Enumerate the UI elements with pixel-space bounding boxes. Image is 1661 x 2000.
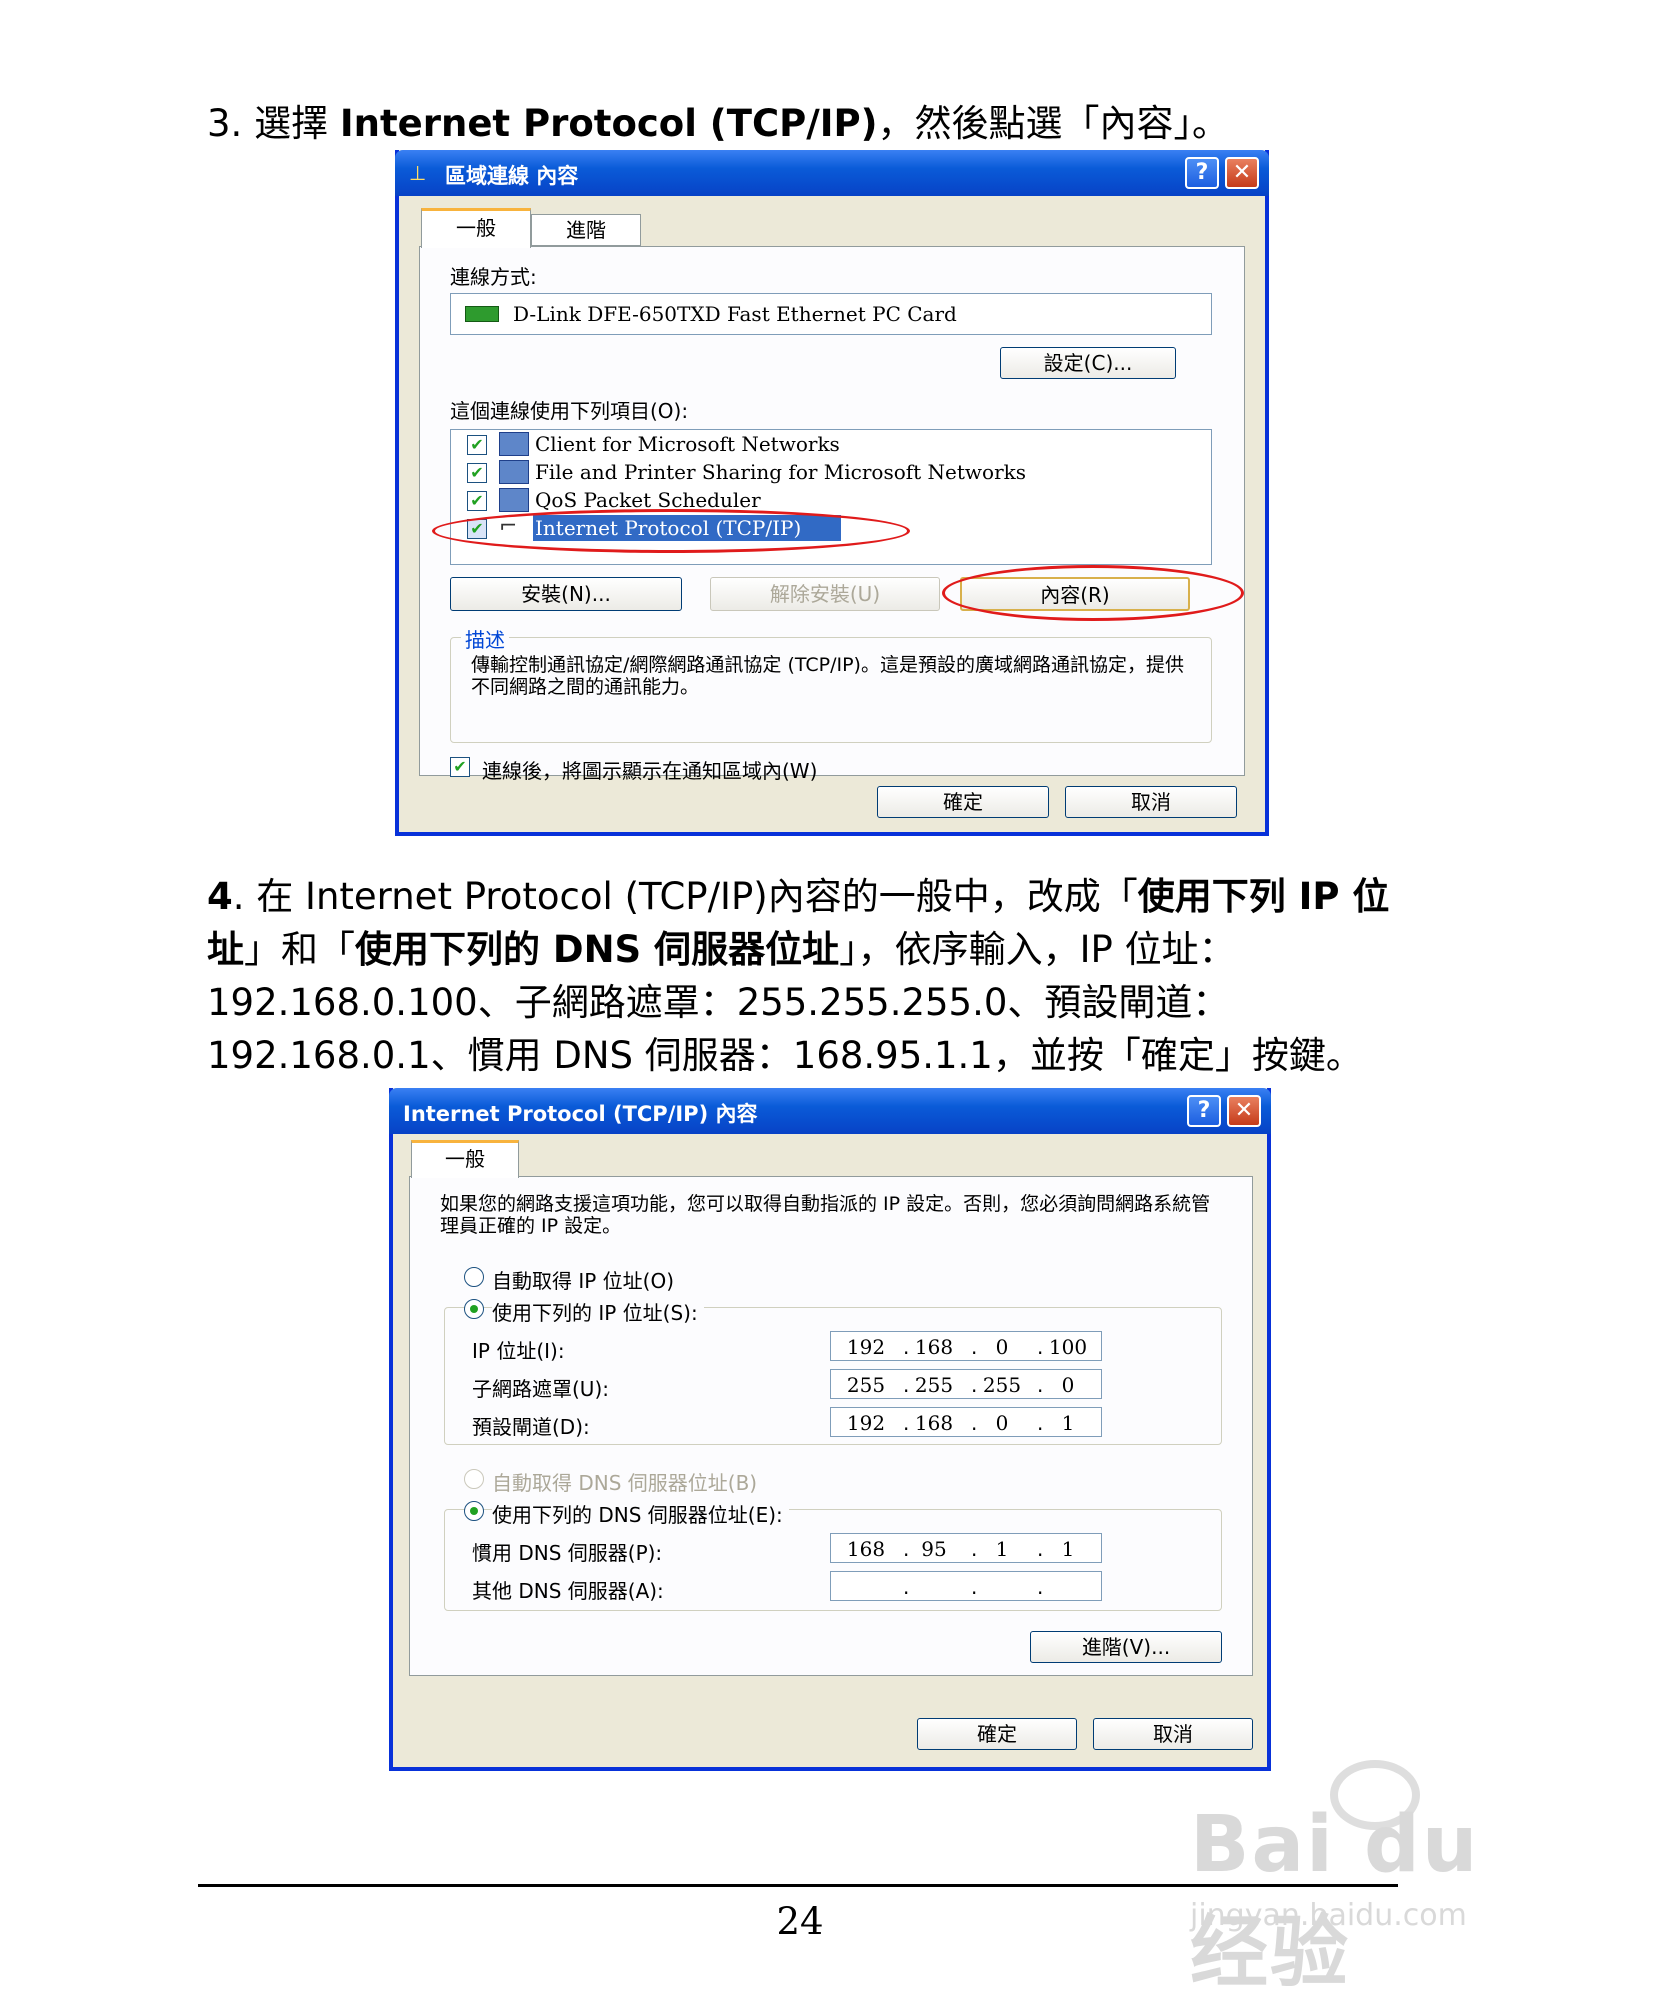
install-button[interactable]: 安裝(N)... bbox=[450, 577, 682, 611]
checkbox-checked[interactable]: ✔ bbox=[467, 463, 487, 483]
tab-general[interactable]: 一般 bbox=[421, 208, 531, 248]
subnet-mask-field[interactable]: 255. 255. 255. 0 bbox=[830, 1369, 1102, 1399]
general-panel: 如果您的網路支援這項功能，您可以取得自動指派的 IP 設定。否則，您必須詢問網路… bbox=[409, 1176, 1253, 1676]
description-group: 描述 傳輸控制通訊協定/網際網路通訊協定 (TCP/IP)。這是預設的廣域網路通… bbox=[450, 624, 1212, 743]
item-label: File and Printer Sharing for Microsoft N… bbox=[535, 460, 1027, 484]
auto-dns-label: 自動取得 DNS 伺服器位址(B) bbox=[492, 1471, 758, 1495]
ip-address-label: IP 位址(I): bbox=[472, 1339, 565, 1363]
use-ip-label: 使用下列的 IP 位址(S): bbox=[492, 1297, 704, 1326]
checkbox-checked[interactable]: ✔ bbox=[467, 491, 487, 511]
advanced-button[interactable]: 進階(V)... bbox=[1030, 1631, 1222, 1663]
preferred-dns-field[interactable]: 168. 95. 1. 1 bbox=[830, 1533, 1102, 1563]
watermark-url: jingyan.baidu.com bbox=[1190, 1898, 1467, 1933]
title-bar: Internet Protocol (TCP/IP) 內容 ? ✕ bbox=[389, 1088, 1271, 1134]
connect-using-label: 連線方式: bbox=[450, 265, 537, 289]
highlight-ellipse bbox=[942, 565, 1244, 621]
step-3-instruction: 3. 選擇 Internet Protocol (TCP/IP)，然後點選「內容… bbox=[207, 102, 1230, 145]
list-item[interactable]: ✔ File and Printer Sharing for Microsoft… bbox=[451, 458, 1211, 486]
close-button[interactable]: ✕ bbox=[1225, 157, 1259, 189]
gateway-field[interactable]: 192. 168. 0. 1 bbox=[830, 1407, 1102, 1437]
general-panel: 連線方式: D-Link DFE-650TXD Fast Ethernet PC… bbox=[419, 246, 1245, 783]
tab-general[interactable]: 一般 bbox=[411, 1140, 519, 1178]
help-button[interactable]: ? bbox=[1185, 157, 1219, 189]
client-network-icon bbox=[499, 432, 529, 456]
network-icon: ⊥ bbox=[409, 161, 427, 185]
list-item[interactable]: ✔ Client for Microsoft Networks bbox=[451, 430, 1211, 458]
close-button[interactable]: ✕ bbox=[1227, 1095, 1261, 1127]
intro-text: 如果您的網路支援這項功能，您可以取得自動指派的 IP 設定。否則，您必須詢問網路… bbox=[440, 1193, 1211, 1237]
description-text: 傳輸控制通訊協定/網際網路通訊協定 (TCP/IP)。這是預設的廣域網路通訊協定… bbox=[471, 654, 1184, 698]
dialog-title: Internet Protocol (TCP/IP) 內容 bbox=[403, 1102, 758, 1126]
uninstall-button[interactable]: 解除安裝(U) bbox=[710, 577, 940, 611]
dialog-title: 區域連線 內容 bbox=[445, 164, 579, 188]
use-dns-radio[interactable] bbox=[464, 1501, 484, 1521]
auto-dns-radio[interactable] bbox=[464, 1469, 484, 1489]
ip-address-field[interactable]: 192. 168. 0. 100 bbox=[830, 1331, 1102, 1361]
description-legend: 描述 bbox=[461, 624, 509, 653]
list-item[interactable]: ✔ QoS Packet Scheduler bbox=[451, 486, 1211, 514]
file-sharing-icon bbox=[499, 460, 529, 484]
preferred-dns-label: 慣用 DNS 伺服器(P): bbox=[472, 1541, 663, 1565]
cancel-button[interactable]: 取消 bbox=[1065, 786, 1237, 818]
step-4-instruction: 4. 在 Internet Protocol (TCP/IP)內容的一般中，改成… bbox=[207, 875, 1390, 1077]
gateway-label: 預設閘道(D): bbox=[472, 1415, 590, 1439]
configure-button[interactable]: 設定(C)... bbox=[1000, 347, 1176, 379]
auto-ip-radio[interactable] bbox=[464, 1267, 484, 1287]
show-icon-label: 連線後，將圖示顯示在通知區域內(W) bbox=[482, 759, 818, 783]
ok-button[interactable]: 確定 bbox=[877, 786, 1049, 818]
alternate-dns-label: 其他 DNS 伺服器(A): bbox=[472, 1579, 664, 1603]
baidu-watermark: Bai du 经验 jingyan.baidu.com bbox=[1180, 1760, 1580, 1998]
alternate-dns-field[interactable]: ... bbox=[830, 1571, 1102, 1601]
adapter-name: D-Link DFE-650TXD Fast Ethernet PC Card bbox=[513, 302, 957, 326]
use-ip-radio[interactable] bbox=[464, 1299, 484, 1319]
tab-advanced[interactable]: 進階 bbox=[531, 214, 641, 246]
lan-properties-dialog: ⊥ 區域連線 內容 ? ✕ 一般 進階 連線方式: D-Link DFE-650… bbox=[395, 150, 1269, 836]
items-label: 這個連線使用下列項目(O): bbox=[450, 399, 689, 423]
network-card-icon bbox=[465, 306, 499, 322]
subnet-mask-label: 子網路遮罩(U): bbox=[472, 1377, 609, 1401]
title-bar: ⊥ 區域連線 內容 ? ✕ bbox=[395, 150, 1269, 196]
show-icon-checkbox[interactable]: ✔ bbox=[450, 757, 470, 777]
item-label: Client for Microsoft Networks bbox=[535, 432, 840, 456]
qos-scheduler-icon bbox=[499, 488, 529, 512]
highlight-ellipse bbox=[432, 509, 910, 553]
tcpip-properties-dialog: Internet Protocol (TCP/IP) 內容 ? ✕ 一般 如果您… bbox=[389, 1088, 1271, 1771]
help-button[interactable]: ? bbox=[1187, 1095, 1221, 1127]
checkbox-checked[interactable]: ✔ bbox=[467, 435, 487, 455]
cancel-button[interactable]: 取消 bbox=[1093, 1718, 1253, 1750]
ok-button[interactable]: 確定 bbox=[917, 1718, 1077, 1750]
adapter-field: D-Link DFE-650TXD Fast Ethernet PC Card bbox=[450, 293, 1212, 335]
page-number: 24 bbox=[776, 1900, 824, 1943]
use-dns-label: 使用下列的 DNS 伺服器位址(E): bbox=[492, 1499, 789, 1528]
auto-ip-label: 自動取得 IP 位址(O) bbox=[492, 1269, 675, 1293]
